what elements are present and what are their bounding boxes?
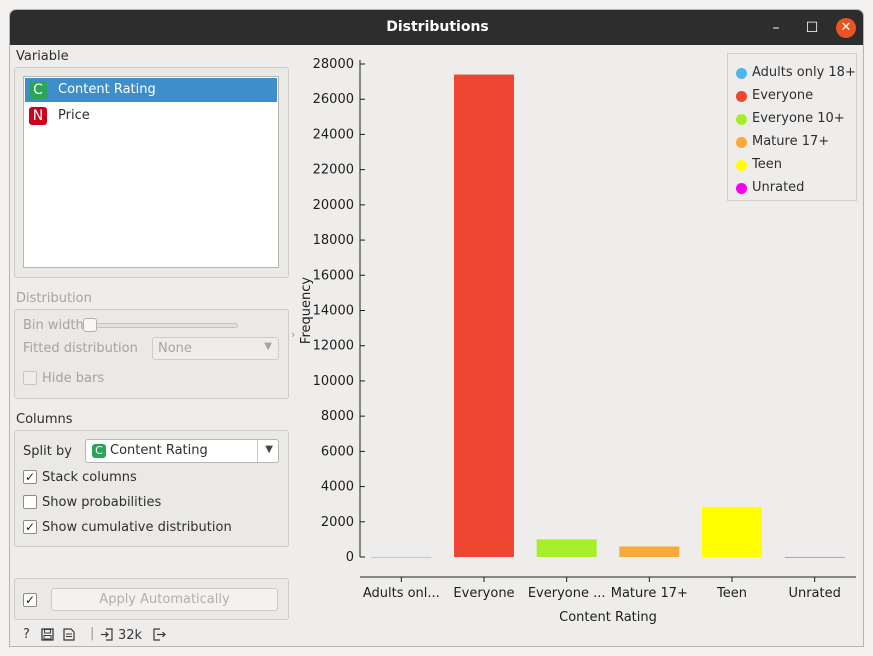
y-tick-label: 22000 xyxy=(313,163,354,178)
y-tick-label: 4000 xyxy=(321,480,354,495)
bar-everyone-10- xyxy=(536,539,597,557)
legend-swatch xyxy=(736,114,747,125)
x-tick-label: Teen xyxy=(716,586,747,601)
x-tick-label: Everyone xyxy=(453,586,514,601)
split-by-value: Content Rating xyxy=(110,443,208,458)
legend-swatch xyxy=(736,183,747,194)
save-icon[interactable] xyxy=(41,628,54,645)
fitted-distribution-combo[interactable]: None ▼ xyxy=(152,337,279,360)
legend-swatch xyxy=(736,91,747,102)
chart-legend: Adults only 18+ Everyone Everyone 10+ Matur… xyxy=(727,53,857,201)
combo-divider xyxy=(257,440,258,462)
variable-item-price[interactable]: N Price xyxy=(25,104,277,128)
auto-apply-checkbox[interactable]: ✓ xyxy=(23,593,37,607)
y-axis-label: Frequency xyxy=(299,277,314,344)
bin-width-slider-track[interactable] xyxy=(88,323,238,328)
show-probabilities-checkbox[interactable] xyxy=(23,495,37,509)
help-icon[interactable]: ? xyxy=(23,627,30,642)
hide-bars-label: Hide bars xyxy=(42,371,105,386)
variable-section-label: Variable xyxy=(16,49,69,64)
input-count: 32k xyxy=(118,628,143,643)
x-tick-label: Everyone ... xyxy=(528,586,606,601)
chevron-down-icon: ▼ xyxy=(264,341,272,352)
columns-section-label: Columns xyxy=(16,412,73,427)
legend-label: Teen xyxy=(752,157,782,172)
show-cumulative-label: Show cumulative distribution xyxy=(42,520,232,535)
x-tick-label: Unrated xyxy=(788,586,840,601)
legend-label: Unrated xyxy=(752,180,805,195)
numeric-icon: N xyxy=(29,107,47,125)
legend-swatch xyxy=(736,160,747,171)
chevron-down-icon: ▼ xyxy=(265,444,273,455)
y-tick-label: 2000 xyxy=(321,515,354,530)
report-icon[interactable] xyxy=(63,628,75,645)
maximize-button[interactable]: ☐ xyxy=(802,18,822,38)
y-tick-label: 20000 xyxy=(313,198,354,213)
y-tick-label: 10000 xyxy=(313,374,354,389)
categorical-icon: C xyxy=(92,444,106,458)
categorical-icon: C xyxy=(29,81,47,99)
y-tick-label: 8000 xyxy=(321,409,354,424)
fitted-distribution-value: None xyxy=(158,341,192,356)
status-divider: | xyxy=(90,626,95,641)
output-icon xyxy=(152,628,166,645)
y-tick-label: 0 xyxy=(346,550,354,565)
bar-adults-only-18- xyxy=(371,556,432,558)
variable-item-content-rating[interactable]: C Content Rating xyxy=(25,78,277,102)
close-button[interactable]: ✕ xyxy=(836,18,856,38)
fitted-distribution-label: Fitted distribution xyxy=(23,341,138,356)
distributions-window: Distributions – ☐ ✕ Variable C Content R… xyxy=(9,9,864,647)
x-axis-label: Content Rating xyxy=(559,610,657,625)
y-tick-label: 6000 xyxy=(321,444,354,459)
hide-bars-checkbox[interactable] xyxy=(23,371,37,385)
bin-width-slider-handle[interactable] xyxy=(83,318,97,332)
bar-teen xyxy=(702,506,762,557)
y-tick-label: 26000 xyxy=(313,92,354,107)
y-tick-label: 14000 xyxy=(313,304,354,319)
show-probabilities-label: Show probabilities xyxy=(42,495,162,510)
split-by-combo[interactable]: C Content Rating ▼ xyxy=(85,439,279,463)
y-tick-label: 12000 xyxy=(313,339,354,354)
variable-list[interactable]: C Content Rating N Price xyxy=(23,76,279,268)
bar-unrated xyxy=(784,556,845,558)
split-by-label: Split by xyxy=(23,444,72,459)
legend-swatch xyxy=(736,137,747,148)
y-tick-label: 16000 xyxy=(313,268,354,283)
show-cumulative-checkbox[interactable]: ✓ xyxy=(23,520,37,534)
variable-item-label: Price xyxy=(58,108,90,123)
y-tick-label: 24000 xyxy=(313,127,354,142)
stack-columns-checkbox[interactable]: ✓ xyxy=(23,470,37,484)
bin-width-label: Bin width xyxy=(23,318,84,333)
distribution-section-label: Distribution xyxy=(16,291,92,306)
title-bar: Distributions – ☐ ✕ xyxy=(10,10,863,45)
y-tick-label: 28000 xyxy=(313,57,354,72)
x-tick-label: Mature 17+ xyxy=(611,586,688,601)
window-title: Distributions xyxy=(386,19,489,35)
legend-label: Mature 17+ xyxy=(752,134,830,149)
x-tick-label: Adults onl... xyxy=(363,586,440,601)
apply-automatically-button[interactable]: Apply Automatically xyxy=(51,588,278,611)
legend-label: Adults only 18+ xyxy=(752,65,856,80)
legend-label: Everyone xyxy=(752,88,814,103)
input-icon xyxy=(100,628,114,645)
stack-columns-label: Stack columns xyxy=(42,470,137,485)
legend-label: Everyone 10+ xyxy=(752,111,845,126)
bar-everyone xyxy=(454,74,514,558)
minimize-button[interactable]: – xyxy=(766,18,786,38)
legend-swatch xyxy=(736,68,747,79)
y-tick-label: 18000 xyxy=(313,233,354,248)
panel-collapse-handle[interactable]: › xyxy=(291,328,295,341)
bar-mature-17- xyxy=(619,546,680,557)
variable-item-label: Content Rating xyxy=(58,82,156,97)
